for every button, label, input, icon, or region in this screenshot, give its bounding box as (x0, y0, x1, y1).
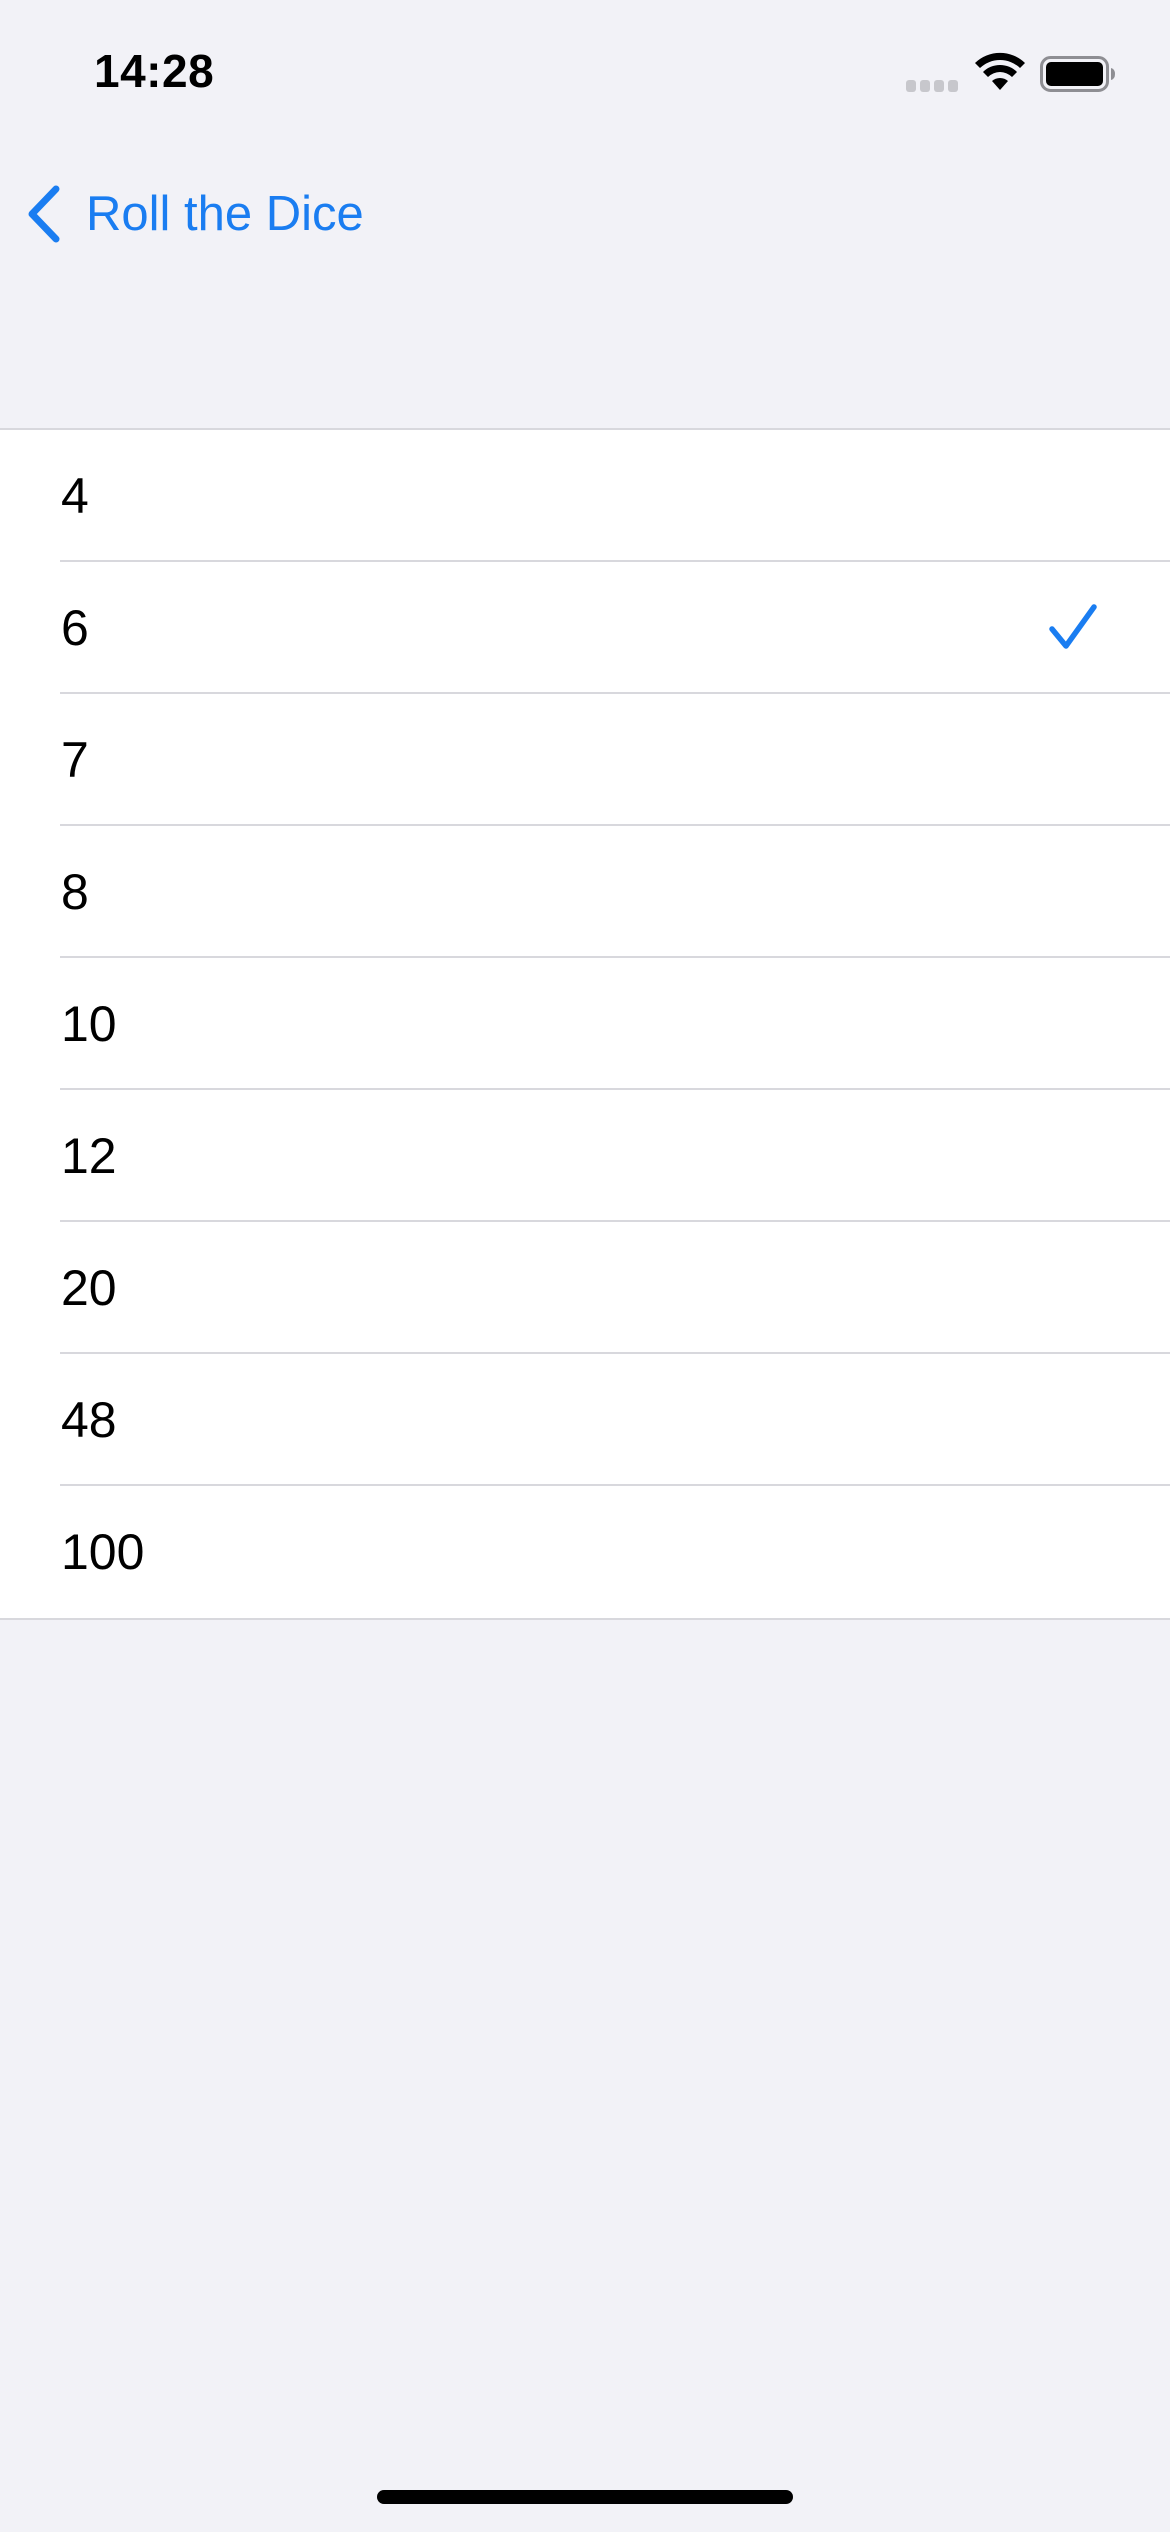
list-item-100[interactable]: 100 (0, 1486, 1170, 1618)
list-item-48[interactable]: 48 (0, 1354, 1170, 1486)
list-item-label: 48 (61, 1392, 117, 1448)
list-item-6[interactable]: 6 (0, 562, 1170, 694)
status-time: 14:28 (94, 45, 215, 97)
list-item-label: 8 (61, 864, 89, 920)
list-item-4[interactable]: 4 (0, 430, 1170, 562)
list-item-20[interactable]: 20 (0, 1222, 1170, 1354)
cellular-signal-icon (906, 80, 958, 92)
home-indicator[interactable] (377, 2490, 793, 2504)
list-item-label: 10 (61, 996, 117, 1052)
list-item-7[interactable]: 7 (0, 694, 1170, 826)
back-button-label: Roll the Dice (86, 187, 364, 241)
list-item-label: 20 (61, 1260, 117, 1316)
navigation-bar: Roll the Dice (0, 160, 1170, 260)
list-item-10[interactable]: 10 (0, 958, 1170, 1090)
list-item-label: 100 (61, 1524, 145, 1580)
chevron-left-icon (28, 185, 60, 243)
list-item-8[interactable]: 8 (0, 826, 1170, 958)
status-bar: 14:28 (0, 0, 1170, 140)
wifi-icon (975, 52, 1025, 90)
list-item-label: 6 (61, 600, 89, 656)
dice-sides-list: 4 6 7 8 10 12 20 48 100 (0, 428, 1170, 1620)
list-item-12[interactable]: 12 (0, 1090, 1170, 1222)
battery-icon (1040, 56, 1115, 92)
checkmark-icon (1049, 604, 1097, 649)
list-item-label: 4 (61, 468, 89, 524)
back-button[interactable]: Roll the Dice (24, 176, 364, 252)
list-item-label: 12 (61, 1128, 117, 1184)
list-item-label: 7 (61, 732, 89, 788)
